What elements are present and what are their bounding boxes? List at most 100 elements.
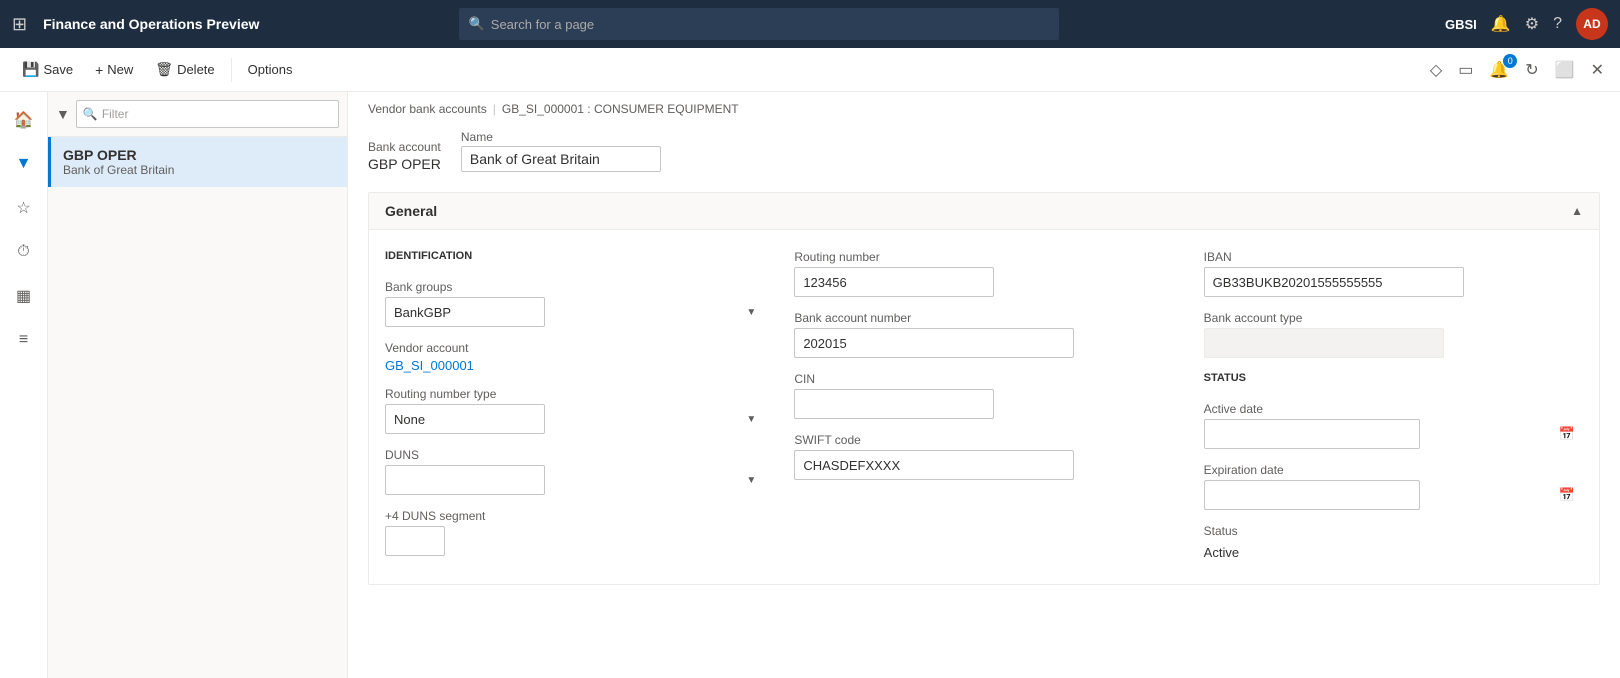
cin-input[interactable] xyxy=(794,389,994,419)
bank-groups-select-wrap: BankGBP BankUSD BankEUR ▼ xyxy=(385,297,764,327)
list-item-gbpoper[interactable]: GBP OPER Bank of Great Britain xyxy=(48,137,347,187)
duns-select[interactable] xyxy=(385,465,545,495)
swift-code-field: SWIFT code xyxy=(794,433,1173,480)
delete-icon: 🗑 xyxy=(155,61,173,78)
cin-field: CIN xyxy=(794,372,1173,419)
expand-icon[interactable]: ⬜ xyxy=(1551,56,1579,84)
panel-icon[interactable]: ▭ xyxy=(1454,56,1477,84)
routing-number-type-select[interactable]: None ABA SWIFT xyxy=(385,404,545,434)
status-field: Status Active xyxy=(1204,524,1583,564)
name-input[interactable] xyxy=(461,146,661,172)
routing-type-chevron: ▼ xyxy=(746,414,756,425)
sidebar-item-recent[interactable]: ⏱ xyxy=(6,234,42,270)
avatar[interactable]: AD xyxy=(1576,8,1608,40)
options-button[interactable]: Options xyxy=(238,58,303,81)
breadcrumb-separator: | xyxy=(493,102,496,116)
help-icon[interactable]: ? xyxy=(1553,15,1562,33)
duns-segment-input[interactable] xyxy=(385,526,445,556)
bank-groups-select[interactable]: BankGBP BankUSD BankEUR xyxy=(385,297,545,327)
active-date-input[interactable] xyxy=(1204,419,1420,449)
active-date-wrap: 📅 xyxy=(1204,419,1583,449)
vendor-account-link[interactable]: GB_SI_000001 xyxy=(385,358,764,373)
expiration-date-input[interactable] xyxy=(1204,480,1420,510)
expiration-date-calendar-icon: 📅 xyxy=(1559,487,1575,503)
search-bar[interactable]: 🔍 xyxy=(459,8,1059,40)
sidebar-item-workspace[interactable]: ≡ xyxy=(6,322,42,358)
badge-icon[interactable]: 🔔 0 xyxy=(1485,56,1513,84)
diamond-icon[interactable]: ◇ xyxy=(1426,56,1446,84)
sidebar-item-filter[interactable]: ▼ xyxy=(6,146,42,182)
toolbar: 💾 Save + New 🗑 Delete Options ◇ ▭ 🔔 0 ↻ … xyxy=(0,48,1620,92)
identification-label: IDENTIFICATION xyxy=(385,250,764,262)
save-button[interactable]: 💾 Save xyxy=(12,57,83,82)
status-label: STATUS xyxy=(1204,372,1583,384)
notification-icon[interactable]: 🔔 xyxy=(1491,14,1511,34)
bank-groups-chevron: ▼ xyxy=(746,307,756,318)
list-filter-input[interactable] xyxy=(102,107,332,121)
sidebar-item-home[interactable]: 🏠 xyxy=(6,102,42,138)
bank-account-value: GBP OPER xyxy=(368,156,441,172)
routing-number-type-label: Routing number type xyxy=(385,387,764,401)
new-button[interactable]: + New xyxy=(85,58,143,82)
sidebar-item-favorites[interactable]: ☆ xyxy=(6,190,42,226)
grid-icon[interactable]: ⊞ xyxy=(12,14,27,35)
top-nav-right: GBSI 🔔 ⚙ ? AD xyxy=(1445,8,1608,40)
toolbar-right: ◇ ▭ 🔔 0 ↻ ⬜ ✕ xyxy=(1426,56,1608,84)
record-header: Bank account GBP OPER Name xyxy=(348,116,1620,182)
active-date-field: Active date 📅 xyxy=(1204,402,1583,449)
bank-account-field-group: Bank account GBP OPER xyxy=(368,140,441,172)
routing-number-type-field: Routing number type None ABA SWIFT ▼ xyxy=(385,387,764,434)
general-section-title: General xyxy=(385,203,437,219)
active-date-calendar-icon: 📅 xyxy=(1559,426,1575,442)
routing-number-label: Routing number xyxy=(794,250,1173,264)
delete-button[interactable]: 🗑 Delete xyxy=(145,57,224,82)
general-section-body: IDENTIFICATION Bank groups BankGBP BankU… xyxy=(369,230,1599,584)
bank-groups-label: Bank groups xyxy=(385,280,764,294)
breadcrumb-record: GB_SI_000001 : CONSUMER EQUIPMENT xyxy=(502,102,739,116)
detail-panel: Vendor bank accounts | GB_SI_000001 : CO… xyxy=(348,92,1620,678)
swift-code-input[interactable] xyxy=(794,450,1074,480)
cin-label: CIN xyxy=(794,372,1173,386)
swift-code-label: SWIFT code xyxy=(794,433,1173,447)
status-field-label: Status xyxy=(1204,524,1583,538)
close-icon[interactable]: ✕ xyxy=(1587,56,1608,84)
identification-column: IDENTIFICATION Bank groups BankGBP BankU… xyxy=(385,250,764,564)
list-filter-icon[interactable]: ▼ xyxy=(56,106,70,122)
list-item-subtitle: Bank of Great Britain xyxy=(63,163,335,177)
identification-header: IDENTIFICATION xyxy=(385,250,764,266)
iban-field: IBAN xyxy=(1204,250,1583,297)
duns-chevron: ▼ xyxy=(746,475,756,486)
breadcrumb: Vendor bank accounts | GB_SI_000001 : CO… xyxy=(348,92,1620,116)
new-icon: + xyxy=(95,62,103,78)
user-code: GBSI xyxy=(1445,17,1477,32)
routing-number-type-wrap: None ABA SWIFT ▼ xyxy=(385,404,764,434)
duns-segment-label: +4 DUNS segment xyxy=(385,509,764,523)
bank-account-type-input[interactable] xyxy=(1204,328,1444,358)
search-input[interactable] xyxy=(491,17,1049,32)
bank-account-label: Bank account xyxy=(368,140,441,154)
sidebar-item-modules[interactable]: ▦ xyxy=(6,278,42,314)
general-section-header[interactable]: General ▲ xyxy=(369,193,1599,230)
bank-account-number-input[interactable] xyxy=(794,328,1074,358)
status-value: Active xyxy=(1204,541,1583,564)
expiration-date-wrap: 📅 xyxy=(1204,480,1583,510)
list-search[interactable]: 🔍 xyxy=(76,100,339,128)
top-nav: ⊞ Finance and Operations Preview 🔍 GBSI … xyxy=(0,0,1620,48)
search-small-icon: 🔍 xyxy=(83,107,98,121)
save-icon: 💾 xyxy=(22,61,39,78)
bank-account-type-label: Bank account type xyxy=(1204,311,1583,325)
list-toolbar: ▼ 🔍 xyxy=(48,92,347,137)
routing-number-input[interactable] xyxy=(794,267,994,297)
duns-segment-field: +4 DUNS segment xyxy=(385,509,764,556)
iban-input[interactable] xyxy=(1204,267,1464,297)
routing-number-field: Routing number xyxy=(794,250,1173,297)
refresh-icon[interactable]: ↻ xyxy=(1521,56,1542,84)
status-section-header: STATUS xyxy=(1204,372,1583,388)
list-item-title: GBP OPER xyxy=(63,147,335,163)
toolbar-separator xyxy=(231,58,232,82)
bank-account-number-label: Bank account number xyxy=(794,311,1173,325)
name-field-group: Name xyxy=(461,130,661,172)
settings-icon[interactable]: ⚙ xyxy=(1525,14,1539,34)
duns-select-wrap: ▼ xyxy=(385,465,764,495)
collapse-icon[interactable]: ▲ xyxy=(1571,204,1583,218)
